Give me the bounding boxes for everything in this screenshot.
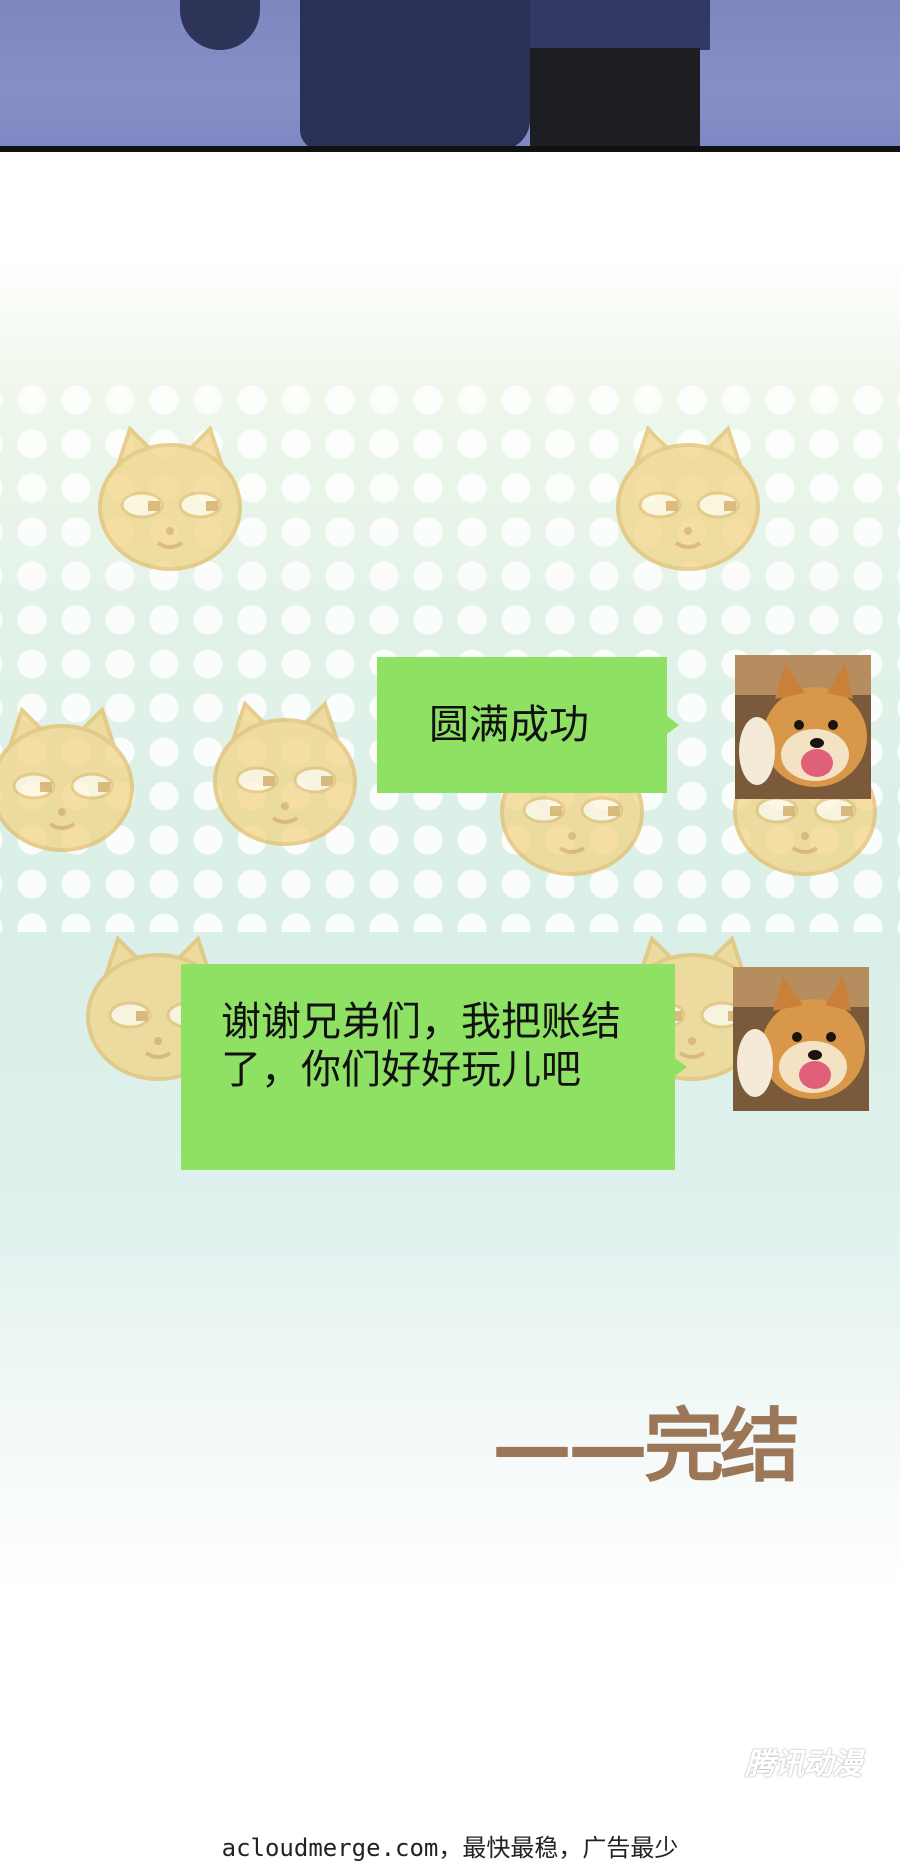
shiba-dog-avatar-icon bbox=[735, 655, 871, 799]
shiba-dog-avatar-icon bbox=[733, 967, 869, 1111]
doge-face-icon bbox=[0, 706, 142, 856]
character-body-left-illustration bbox=[300, 0, 530, 146]
ending-title: ——完结 bbox=[492, 1400, 800, 1493]
tencent-comic-watermark-logo: 腾讯动漫 bbox=[745, 1747, 862, 1782]
footer-text: acloudmerge.com，最快最稳，广告最少 bbox=[221, 1834, 679, 1862]
chat-message-text: 谢谢兄弟们，我把账结了，你们好好玩儿吧 bbox=[221, 999, 621, 1093]
character-arm-illustration bbox=[180, 0, 260, 50]
character-shirt-right-illustration bbox=[530, 0, 710, 50]
top-comic-panel bbox=[0, 0, 900, 152]
character-pants-right-illustration bbox=[530, 48, 700, 146]
doge-face-icon bbox=[205, 700, 365, 850]
doge-face-icon bbox=[90, 425, 250, 575]
chat-message-text: 圆满成功 bbox=[429, 702, 589, 748]
chat-bubble: 谢谢兄弟们，我把账结了，你们好好玩儿吧 bbox=[181, 964, 687, 1170]
doge-face-icon bbox=[608, 425, 768, 575]
chat-bubble: 圆满成功 bbox=[377, 657, 679, 793]
